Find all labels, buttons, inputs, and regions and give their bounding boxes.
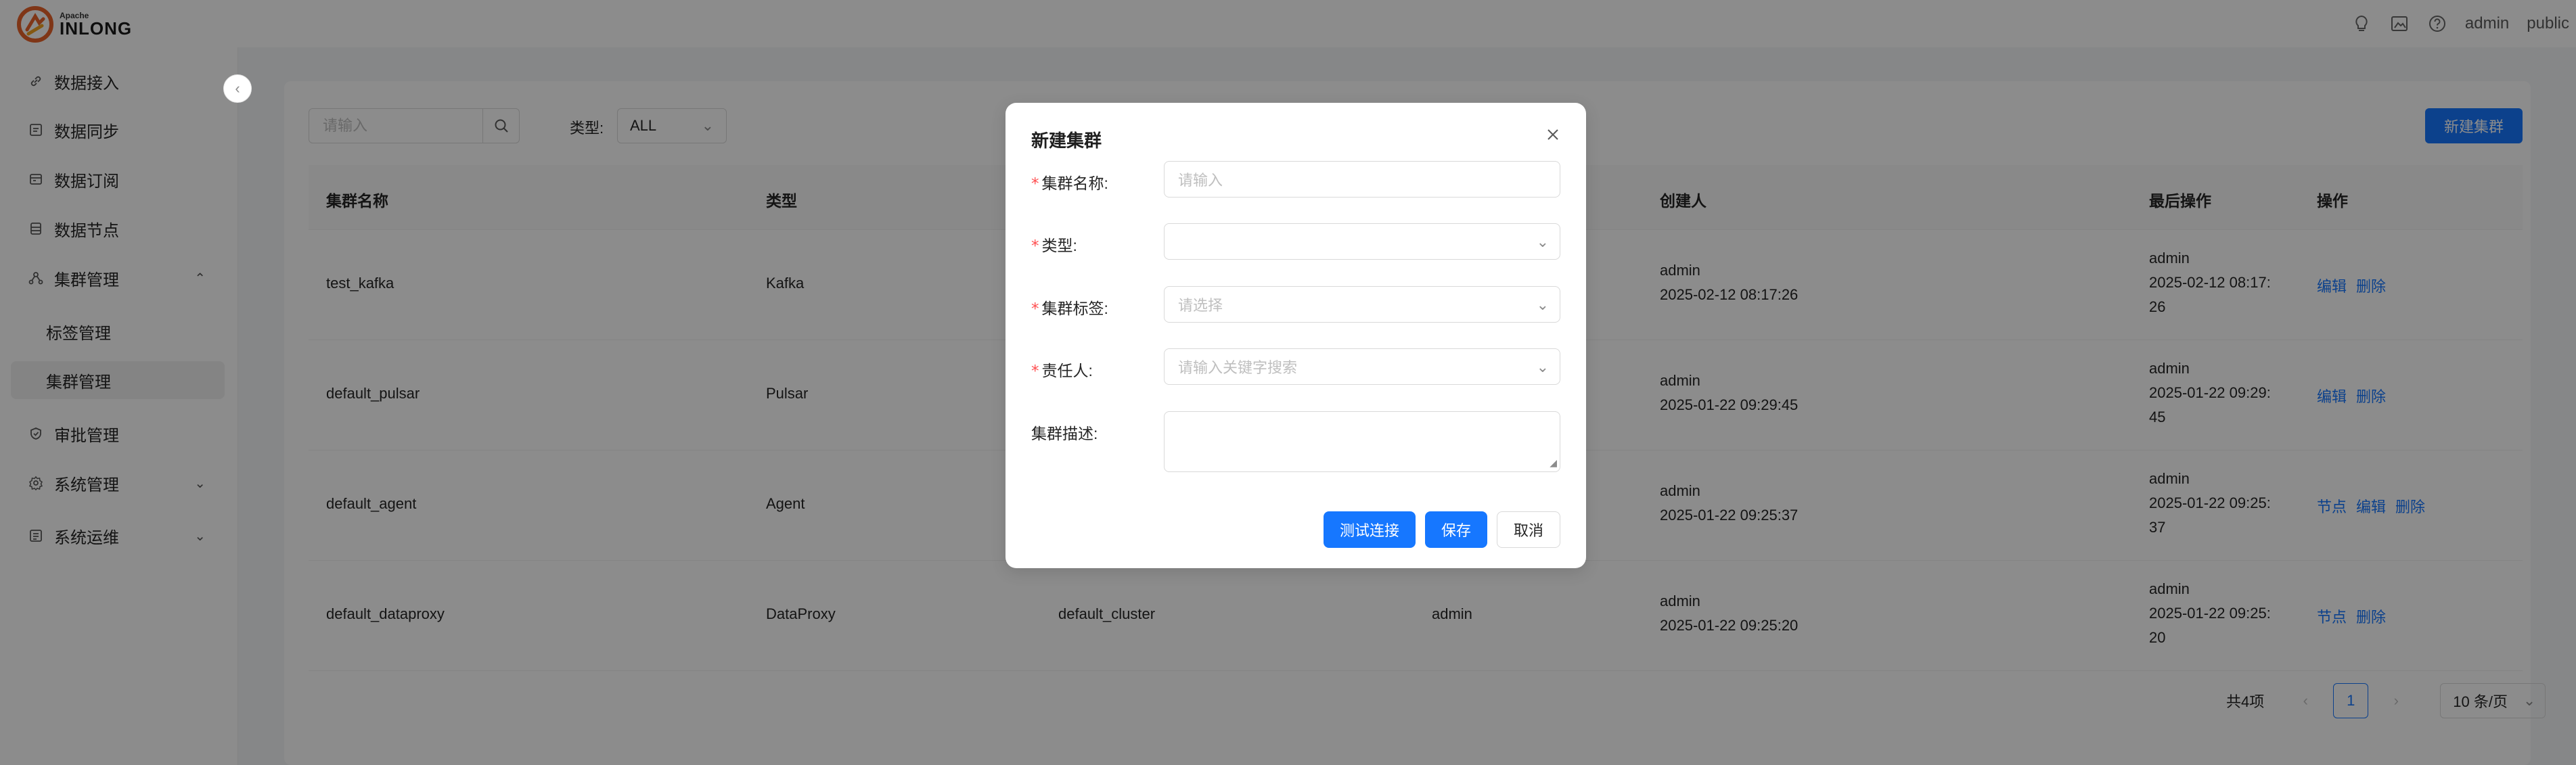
save-button[interactable]: 保存 [1424, 511, 1487, 548]
form-row-cluster-name: * 集群名称: 请输入 [1031, 161, 1566, 199]
cluster-tags-label: * 集群标签: [1031, 300, 1108, 318]
description-label: 集群描述: [1031, 425, 1098, 442]
required-mark: * [1031, 300, 1039, 318]
required-mark: * [1031, 175, 1039, 193]
required-mark: * [1031, 363, 1039, 380]
owner-select[interactable]: 请输入关键字搜索 ⌄ [1164, 348, 1560, 385]
cluster-name-label: * 集群名称: [1031, 175, 1108, 193]
cluster-name-placeholder: 请输入 [1178, 172, 1223, 189]
modal-title: 新建集群 [1031, 131, 1102, 151]
chevron-down-icon: ⌄ [1536, 358, 1549, 375]
new-cluster-modal: 新建集群 * 集群名称: 请输入 * 类型: ⌄ * 集群标签: 请选择 ⌄ * 责任人… [1005, 103, 1586, 568]
sidebar-collapse-button[interactable]: ‹ [223, 74, 252, 103]
cancel-button[interactable]: 取消 [1496, 511, 1560, 548]
cluster-tags-select[interactable]: 请选择 ⌄ [1164, 286, 1560, 323]
cluster-tags-placeholder: 请选择 [1178, 297, 1223, 314]
chevron-left-icon: ‹ [235, 80, 240, 97]
test-connection-button[interactable]: 测试连接 [1323, 511, 1416, 548]
form-row-description: 集群描述: ◢ [1031, 411, 1566, 472]
chevron-down-icon: ⌄ [1536, 233, 1549, 250]
required-mark: * [1031, 237, 1039, 255]
form-row-type: * 类型: ⌄ [1031, 223, 1566, 261]
owner-placeholder: 请输入关键字搜索 [1178, 359, 1298, 376]
cluster-name-input[interactable]: 请输入 [1164, 161, 1560, 198]
chevron-down-icon: ⌄ [1536, 296, 1549, 313]
type-label: * 类型: [1031, 237, 1077, 255]
form-row-owner: * 责任人: 请输入关键字搜索 ⌄ [1031, 348, 1566, 386]
description-textarea[interactable]: ◢ [1164, 411, 1560, 472]
type-select[interactable]: ⌄ [1164, 223, 1560, 260]
resize-handle-icon[interactable]: ◢ [1550, 457, 1557, 469]
owner-label: * 责任人: [1031, 362, 1093, 380]
close-icon[interactable] [1541, 123, 1564, 146]
form-row-cluster-tags: * 集群标签: 请选择 ⌄ [1031, 286, 1566, 324]
